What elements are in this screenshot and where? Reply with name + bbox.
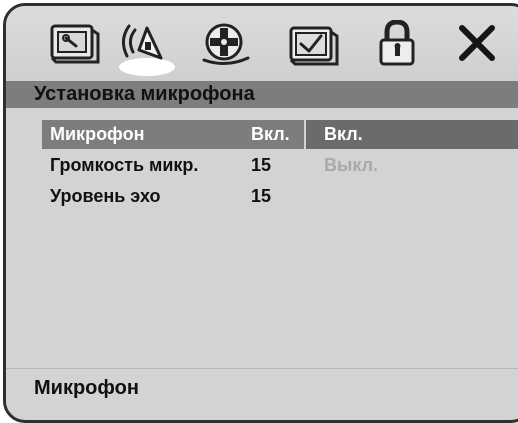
footer-hint: Микрофон — [6, 368, 518, 406]
menu-row-value: 15 — [251, 155, 272, 175]
speaker-icon[interactable] — [117, 20, 177, 76]
menu-row-label: Уровень эхо — [50, 186, 161, 206]
page-title: Установка микрофона — [6, 81, 518, 108]
film-reel-icon[interactable] — [196, 20, 256, 70]
close-icon[interactable] — [452, 20, 512, 70]
menu-list: Микрофон Вкл. Громкость микр. 15 Уровень… — [6, 108, 518, 368]
menu-row-label: Микрофон — [50, 124, 145, 144]
option-on[interactable]: Вкл. — [306, 120, 518, 149]
lock-icon[interactable] — [369, 20, 429, 70]
general-settings-icon[interactable] — [44, 20, 104, 70]
option-off[interactable]: Выкл. — [306, 151, 518, 180]
menu-row-mic-volume[interactable]: Громкость микр. 15 — [42, 151, 304, 180]
osd-panel: Установка микрофона Микрофон Вкл. Громко… — [3, 3, 518, 423]
toolbar — [6, 6, 518, 81]
menu-row-microphone[interactable]: Микрофон Вкл. — [42, 120, 304, 149]
menu-row-echo-level[interactable]: Уровень эхо 15 — [42, 182, 304, 211]
menu-row-label: Громкость микр. — [50, 155, 199, 175]
menu-row-value: Вкл. — [251, 124, 290, 144]
menu-row-value: 15 — [251, 186, 272, 206]
preference-check-icon[interactable] — [283, 20, 343, 70]
